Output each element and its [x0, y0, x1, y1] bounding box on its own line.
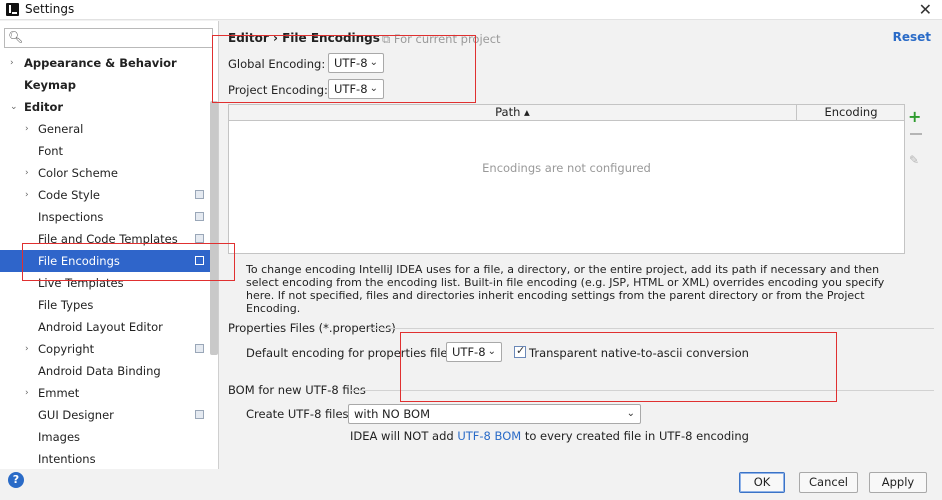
apply-button[interactable]: Apply — [869, 472, 927, 493]
project-scope-icon — [195, 212, 204, 221]
ok-button[interactable]: OK — [739, 472, 785, 493]
bom-note-prefix: IDEA will NOT add — [350, 429, 458, 443]
encodings-table[interactable]: Path ▴ Encoding Encodings are not config… — [228, 104, 905, 254]
sidebar-item-intentions[interactable]: Intentions — [0, 448, 210, 469]
utf8-bom-link[interactable]: UTF-8 BOM — [457, 429, 521, 443]
sidebar-item-android-data-binding[interactable]: Android Data Binding — [0, 360, 210, 382]
sidebar-item-label: Code Style — [38, 188, 100, 202]
sidebar-item-label: Appearance & Behavior — [24, 56, 177, 70]
sidebar-item-android-layout-editor[interactable]: Android Layout Editor — [0, 316, 210, 338]
sidebar-item-label: Color Scheme — [38, 166, 118, 180]
sidebar-item-general[interactable]: › General — [0, 118, 210, 140]
help-icon[interactable]: ? — [8, 472, 24, 488]
search-input[interactable]: 🔍︎ — [4, 28, 213, 48]
sidebar-item-file-types[interactable]: File Types — [0, 294, 210, 316]
sidebar-item-editor[interactable]: ⌄ Editor — [0, 96, 210, 118]
encoding-info-text: To change encoding IntelliJ IDEA uses fo… — [246, 263, 885, 315]
reset-link[interactable]: Reset — [893, 30, 931, 44]
sidebar-item-label: Copyright — [38, 342, 95, 356]
collapsed-arrow-icon[interactable]: › — [25, 162, 29, 184]
edit-pencil-icon[interactable]: ✎ — [909, 153, 919, 167]
bom-select[interactable]: with NO BOM ⌄ — [348, 404, 641, 424]
window-title: Settings — [25, 2, 75, 16]
remove-icon[interactable] — [910, 133, 922, 135]
project-scope-icon — [195, 410, 204, 419]
dialog-button-bar: ? OK Cancel Apply — [0, 469, 942, 500]
empty-table-message: Encodings are not configured — [482, 161, 651, 175]
table-header: Path ▴ Encoding — [229, 105, 904, 121]
sidebar-item-images[interactable]: Images — [0, 426, 210, 448]
cancel-button[interactable]: Cancel — [799, 472, 858, 493]
sidebar-item-copyright[interactable]: › Copyright — [0, 338, 210, 360]
project-scope-icon — [195, 190, 204, 199]
collapsed-arrow-icon[interactable]: › — [25, 118, 29, 140]
bom-note: IDEA will NOT add UTF-8 BOM to every cre… — [350, 429, 749, 443]
section-divider — [368, 328, 934, 329]
sidebar-item-label: Emmet — [38, 386, 80, 400]
sidebar-item-label: General — [38, 122, 84, 136]
sidebar-item-label: Intentions — [38, 452, 96, 466]
intellij-app-icon — [6, 3, 19, 16]
sidebar-item-code-style[interactable]: › Code Style — [0, 184, 210, 206]
sidebar-item-color-scheme[interactable]: › Color Scheme — [0, 162, 210, 184]
highlight-box-properties — [400, 332, 837, 402]
highlight-box-sidebar — [22, 243, 235, 281]
sidebar-item-label: Keymap — [24, 78, 76, 92]
expanded-arrow-icon[interactable]: ⌄ — [10, 96, 18, 118]
title-bar: Settings ✕ — [0, 0, 942, 20]
sidebar-item-emmet[interactable]: › Emmet — [0, 382, 210, 404]
collapsed-arrow-icon[interactable]: › — [10, 52, 14, 74]
sidebar-item-label: File Types — [38, 298, 94, 312]
sidebar-scrollbar[interactable] — [210, 101, 218, 355]
add-icon[interactable]: + — [908, 107, 921, 126]
collapsed-arrow-icon[interactable]: › — [25, 382, 29, 404]
create-utf8-label: Create UTF-8 files: — [246, 407, 353, 421]
sidebar-item-font[interactable]: Font — [0, 140, 210, 162]
project-scope-icon — [195, 344, 204, 353]
sidebar-item-label: Images — [38, 430, 81, 444]
sidebar-item-label: Inspections — [38, 210, 104, 224]
collapsed-arrow-icon[interactable]: › — [25, 338, 29, 360]
collapsed-arrow-icon[interactable]: › — [25, 184, 29, 206]
sidebar-item-keymap[interactable]: Keymap — [0, 74, 210, 96]
close-icon[interactable]: ✕ — [919, 0, 932, 19]
sidebar-item-label: Android Data Binding — [38, 364, 161, 378]
chevron-down-icon: ⌄ — [626, 408, 635, 419]
search-icon: 🔍︎ — [8, 30, 24, 44]
bom-note-suffix: to every created file in UTF-8 encoding — [521, 429, 749, 443]
sidebar-item-label: Android Layout Editor — [38, 320, 163, 334]
column-header-encoding[interactable]: Encoding — [798, 105, 904, 120]
sidebar-item-label: Editor — [24, 100, 64, 114]
bom-section-title: BOM for new UTF-8 files — [228, 383, 366, 397]
sidebar-item-inspections[interactable]: Inspections — [0, 206, 210, 228]
column-header-path[interactable]: Path ▴ — [229, 105, 797, 120]
sidebar-item-gui-designer[interactable]: GUI Designer — [0, 404, 210, 426]
sidebar-item-label: GUI Designer — [38, 408, 114, 422]
highlight-box-encodings — [212, 35, 476, 103]
bom-select-value: with NO BOM — [354, 407, 431, 421]
sidebar-item-appearance-behavior[interactable]: › Appearance & Behavior — [0, 52, 210, 74]
sidebar-item-label: Font — [38, 144, 64, 158]
project-scope-icon — [195, 234, 204, 243]
